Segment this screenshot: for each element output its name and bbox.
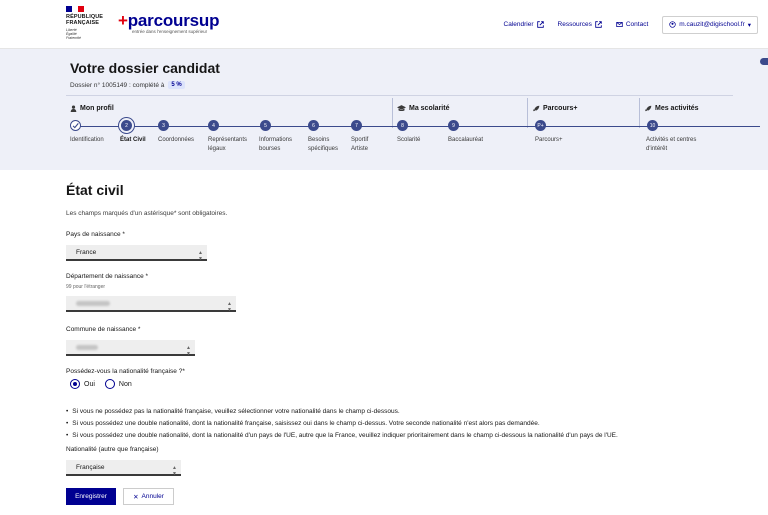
external-link-icon	[595, 21, 602, 28]
step-label-representants[interactable]: Représentants légaux	[208, 136, 250, 154]
required-note: Les champs marqués d'un astérisque* sont…	[66, 210, 228, 217]
step-label-etat-civil[interactable]: État Civil	[120, 136, 146, 145]
step-bourses-dot[interactable]: 5	[260, 120, 271, 131]
user-circle-icon	[669, 21, 676, 28]
departement-select[interactable]: ▲ ▼	[66, 296, 236, 313]
step-baccalaureat-dot[interactable]: 9	[448, 120, 459, 131]
parcoursup-logo[interactable]: +parcoursup entrée dans l'enseignement s…	[118, 12, 219, 34]
chevron-down-icon: ▾	[747, 21, 751, 29]
top-nav: Calendrier Ressources Contact m.cauzit@d…	[504, 0, 758, 49]
section-mes-activites: Mes activités	[645, 105, 699, 112]
list-item: Si vous possédez une double nationalité,…	[66, 430, 618, 442]
list-item: Si vous possédez une double nationalité,…	[66, 418, 618, 430]
select-caret-icon: ▲ ▼	[198, 250, 203, 262]
step-label-baccalaureat[interactable]: Baccalauréat	[448, 136, 483, 145]
dossier-band: Votre dossier candidat Dossier n° 100514…	[0, 49, 768, 170]
section-separator	[392, 98, 393, 128]
section-parcours-plus: Parcours+	[533, 105, 577, 112]
select-caret-icon: ▲ ▼	[186, 345, 191, 357]
step-label-besoins[interactable]: Besoins spécifiques	[308, 136, 343, 154]
step-besoins-dot[interactable]: 6	[308, 120, 319, 131]
side-handle[interactable]	[760, 58, 768, 65]
close-icon: ✕	[133, 493, 139, 501]
page-title: État civil	[66, 182, 124, 198]
gov-motto: Liberté Égalité Fraternité	[66, 28, 81, 40]
step-parcours-plus-dot[interactable]: P+	[535, 120, 546, 131]
step-label-scolarite[interactable]: Scolarité	[397, 136, 420, 145]
nationalite-label: Nationalité (autre que française)	[66, 446, 159, 453]
person-icon	[70, 105, 77, 112]
graduation-cap-icon	[397, 105, 406, 112]
departement-label: Département de naissance *	[66, 273, 149, 280]
step-label-identification[interactable]: Identification	[70, 136, 104, 145]
radio-non[interactable]: Non	[104, 379, 132, 389]
nationalite-select[interactable]: Française ▲ ▼	[66, 460, 181, 477]
dossier-subtitle: Dossier n° 1005149 : complété à 5 %	[70, 81, 185, 89]
radio-checked-icon	[70, 379, 80, 389]
step-scolarite-dot[interactable]: 8	[397, 120, 408, 131]
external-link-icon	[536, 21, 544, 28]
step-coordonnees-dot[interactable]: 3	[158, 120, 169, 131]
blurred-value	[76, 300, 110, 306]
radio-unchecked-icon	[104, 379, 115, 389]
plus-icon: +	[118, 11, 128, 30]
commune-select[interactable]: ▲ ▼	[66, 340, 195, 357]
step-representants-dot[interactable]: 4	[208, 120, 219, 131]
select-caret-icon: ▲ ▼	[172, 465, 177, 477]
section-separator	[639, 98, 640, 128]
check-icon	[72, 123, 79, 129]
divider	[66, 95, 733, 96]
select-caret-icon: ▲ ▼	[227, 301, 232, 313]
dossier-title: Votre dossier candidat	[70, 60, 220, 76]
completion-badge: 5 %	[168, 81, 185, 89]
nationalite-instructions: Si vous ne possédez pas la nationalité f…	[66, 406, 618, 442]
pays-select[interactable]: France ▲ ▼	[66, 245, 207, 262]
step-label-bourses[interactable]: Informations bourses	[259, 136, 299, 154]
user-account-button[interactable]: m.cauzit@digischool.fr ▾	[662, 15, 758, 34]
pays-label: Pays de naissance *	[66, 231, 125, 238]
commune-label: Commune de naissance *	[66, 326, 141, 333]
section-ma-scolarite: Ma scolarité	[397, 105, 449, 112]
step-sportif-dot[interactable]: 7	[351, 120, 362, 131]
rocket-icon	[645, 105, 652, 112]
step-etat-civil-dot[interactable]: 2	[121, 120, 132, 131]
step-label-parcours-plus[interactable]: Parcours+	[535, 136, 563, 145]
departement-hint: 99 pour l'étranger	[66, 284, 106, 290]
save-button[interactable]: Enregistrer	[66, 488, 116, 505]
republique-francaise-logo: RÉPUBLIQUE FRANÇAISE Liberté Égalité Frate…	[66, 6, 106, 40]
nav-contact[interactable]: Contact	[616, 21, 648, 28]
cancel-button[interactable]: ✕ Annuler	[123, 488, 174, 505]
nationalite-radio-group: Oui Non	[70, 379, 132, 389]
flag-icon	[66, 6, 84, 12]
radio-oui[interactable]: Oui	[70, 379, 95, 389]
section-mon-profil: Mon profil	[70, 105, 114, 112]
step-activites-dot[interactable]: 10	[647, 120, 658, 131]
section-separator	[527, 98, 528, 128]
blurred-value	[76, 344, 98, 350]
step-label-coordonnees[interactable]: Coordonnées	[158, 136, 194, 145]
nationalite-question: Possédez-vous la nationalité française ?…	[66, 368, 185, 375]
nav-calendrier[interactable]: Calendrier	[504, 21, 544, 28]
step-identification-dot[interactable]	[70, 120, 81, 131]
gov-name-line-2: FRANÇAISE	[66, 20, 99, 26]
top-header: RÉPUBLIQUE FRANÇAISE Liberté Égalité Frate…	[0, 0, 768, 49]
step-label-sportif[interactable]: Sportif Artiste	[351, 136, 376, 154]
nav-ressources[interactable]: Ressources	[558, 21, 602, 28]
rocket-icon	[533, 105, 540, 112]
mail-icon	[616, 22, 623, 27]
list-item: Si vous ne possédez pas la nationalité f…	[66, 406, 618, 418]
brand-tagline: entrée dans l'enseignement supérieur	[132, 29, 208, 34]
step-label-activites[interactable]: Activités et centres d'intérêt	[646, 136, 701, 154]
